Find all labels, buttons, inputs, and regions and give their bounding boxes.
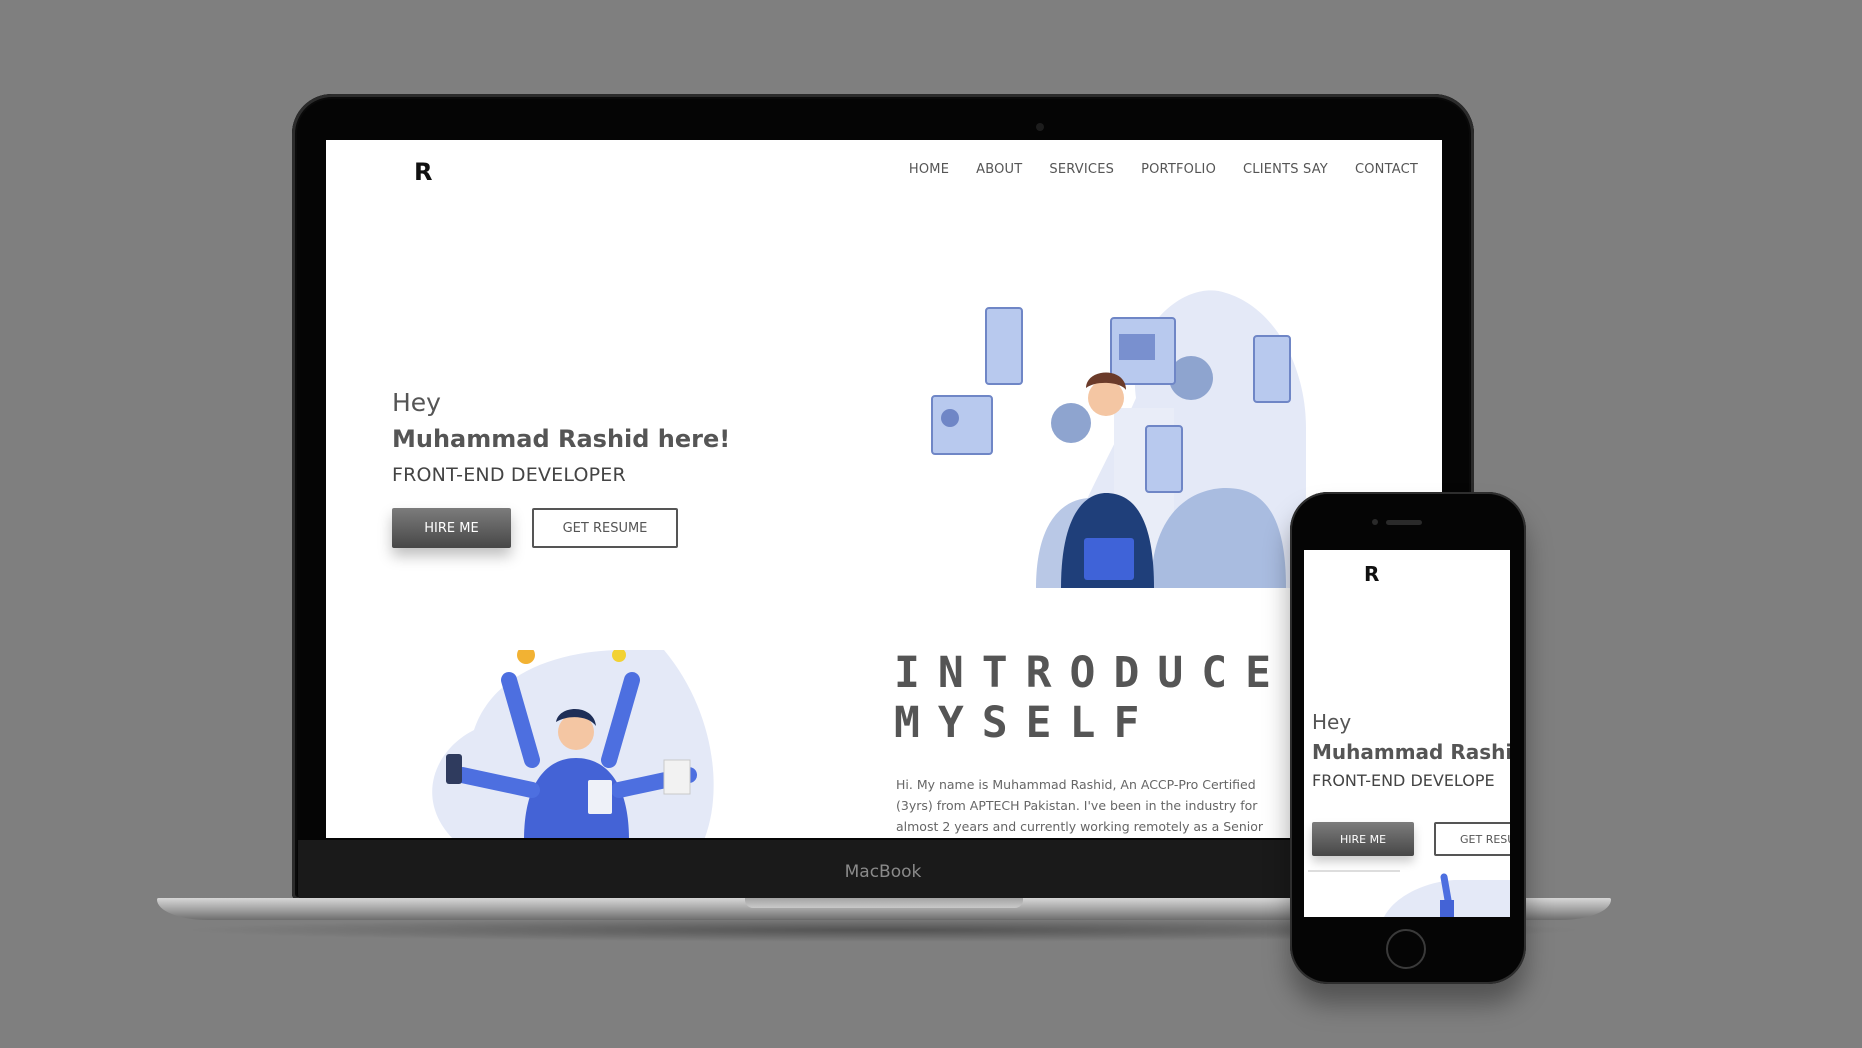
phone-hero-name: Muhammad Rashid (1312, 740, 1510, 764)
nav-home[interactable]: HOME (909, 162, 949, 177)
nav-services[interactable]: SERVICES (1049, 162, 1114, 177)
phone-camera (1372, 519, 1378, 525)
phone-speaker (1386, 520, 1422, 525)
intro-illustration (432, 650, 714, 838)
laptop-notch (745, 898, 1023, 908)
site-logo[interactable]: R (414, 160, 438, 184)
phone-mockup: R Hey Muhammad Rashid FRONT-END DEVELOPE… (1290, 492, 1526, 984)
hire-me-button[interactable]: HIRE ME (392, 508, 511, 548)
phone-get-resume-button[interactable]: GET RESU (1434, 822, 1510, 856)
hero-role: FRONT-END DEVELOPER (392, 464, 626, 486)
nav-about[interactable]: ABOUT (976, 162, 1022, 177)
nav-portfolio[interactable]: PORTFOLIO (1141, 162, 1216, 177)
phone-home-button[interactable] (1386, 929, 1426, 969)
phone-hire-me-button[interactable]: HIRE ME (1312, 822, 1414, 856)
phone-screen: R Hey Muhammad Rashid FRONT-END DEVELOPE… (1304, 550, 1510, 917)
phone-hero-role: FRONT-END DEVELOPE (1312, 771, 1495, 790)
hero-buttons: HIRE ME GET RESUME (392, 508, 730, 548)
hero-greeting: Hey (392, 388, 441, 417)
phone-site-logo[interactable]: R (1364, 562, 1379, 586)
phone-hero-greeting: Hey (1312, 710, 1352, 734)
hero-text: Hey Muhammad Rashid here! FRONT-END DEVE… (392, 388, 730, 548)
main-nav: HOME ABOUT SERVICES PORTFOLIO CLIENTS SA… (909, 162, 1418, 177)
phone-intro-illustration (1384, 873, 1510, 917)
hero-name: Muhammad Rashid here! (392, 425, 731, 453)
intro-body: Hi. My name is Muhammad Rashid, An ACCP-… (896, 777, 1264, 834)
laptop-camera (1036, 123, 1044, 131)
get-resume-button[interactable]: GET RESUME (532, 508, 678, 548)
nav-clients-say[interactable]: CLIENTS SAY (1243, 162, 1328, 177)
laptop-screen: R HOME ABOUT SERVICES PORTFOLIO CLIENTS … (326, 140, 1442, 838)
nav-contact[interactable]: CONTACT (1355, 162, 1418, 177)
